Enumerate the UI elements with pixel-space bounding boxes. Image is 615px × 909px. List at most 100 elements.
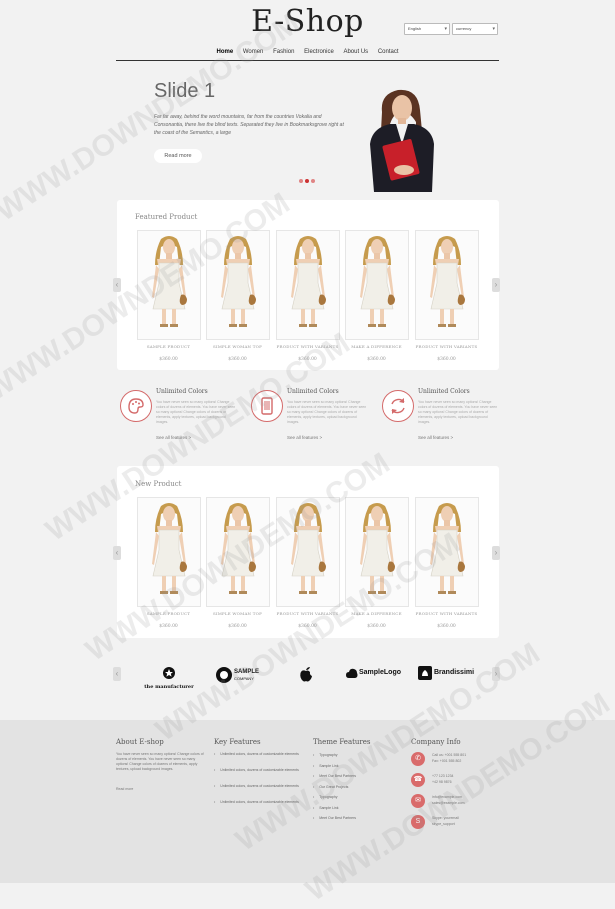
footer bbox=[0, 720, 615, 883]
theme-feature-link[interactable]: Sample Link bbox=[313, 806, 338, 810]
mobile-icon bbox=[251, 390, 283, 422]
key-feature-item: Unlimited colors, dozens of customizable… bbox=[214, 768, 302, 773]
nav-fashion[interactable]: Fashion bbox=[273, 49, 294, 55]
product-name[interactable]: PRODUCT WITH VARIANTS bbox=[414, 344, 479, 349]
product-card[interactable] bbox=[415, 497, 479, 607]
feature-text: You have never seen so many options! Cha… bbox=[156, 400, 236, 424]
product-card[interactable] bbox=[137, 497, 201, 607]
language-select-value: English bbox=[408, 26, 422, 31]
theme-feature-link[interactable]: Meet Our Best Partners bbox=[313, 774, 356, 778]
brand-sample-company[interactable]: SAMPLE COMPANY bbox=[216, 667, 260, 683]
slider-dot[interactable] bbox=[311, 179, 315, 183]
nav-divider bbox=[116, 60, 499, 61]
read-more-button[interactable]: Read more bbox=[154, 149, 202, 163]
cloud-logo-icon bbox=[346, 668, 358, 678]
feature-text: You have never seen so many options! Cha… bbox=[287, 400, 367, 424]
slide-model-image bbox=[370, 89, 434, 192]
product-card[interactable] bbox=[345, 497, 409, 607]
slider-dot[interactable] bbox=[299, 179, 303, 183]
brand-label: SampleLogo bbox=[359, 669, 402, 676]
carousel-prev-arrow[interactable]: ‹ bbox=[113, 546, 121, 560]
currency-select[interactable]: currency ▾ bbox=[452, 23, 498, 35]
company-info-line: Skype: youremail bbox=[432, 816, 459, 820]
see-all-features-link[interactable]: See all features > bbox=[287, 435, 322, 440]
product-price: $360.00 bbox=[437, 624, 456, 629]
product-image[interactable] bbox=[425, 502, 469, 596]
slider-dot-active[interactable] bbox=[305, 179, 309, 183]
footer-about-text: You have never seen so many options! Cha… bbox=[116, 752, 204, 771]
language-select[interactable]: English ▾ bbox=[404, 23, 450, 35]
phone-icon: ✆ bbox=[411, 752, 425, 766]
product-price: $360.00 bbox=[298, 624, 317, 629]
brand-the-manufacturer[interactable]: the manufacturer bbox=[143, 666, 195, 690]
product-name[interactable]: MAKE A DIFFERENCE bbox=[344, 611, 409, 616]
theme-feature-link[interactable]: Our Great Projects bbox=[313, 785, 348, 789]
product-image[interactable] bbox=[425, 235, 469, 329]
theme-feature-link[interactable]: Typography bbox=[313, 795, 337, 799]
product-image[interactable] bbox=[355, 235, 399, 329]
brands-prev-arrow[interactable]: ‹ bbox=[113, 667, 121, 681]
product-image[interactable] bbox=[216, 235, 260, 329]
product-card[interactable] bbox=[345, 230, 409, 340]
product-card[interactable] bbox=[276, 230, 340, 340]
company-info-line: skype_support bbox=[432, 822, 455, 826]
see-all-features-link[interactable]: See all features > bbox=[418, 435, 453, 440]
footer-key-features-title: Key Features bbox=[214, 738, 261, 746]
product-name[interactable]: SIMPLE WOMAN TOP bbox=[205, 611, 270, 616]
brand-label: SAMPLE bbox=[234, 669, 260, 675]
carousel-next-arrow[interactable]: › bbox=[492, 278, 500, 292]
product-card[interactable] bbox=[206, 230, 270, 340]
product-card[interactable] bbox=[206, 497, 270, 607]
brand-brandissimi[interactable]: Brandissimi bbox=[418, 666, 486, 682]
company-info-line: Call us: +001 555 801 bbox=[432, 753, 467, 757]
product-price: $360.00 bbox=[437, 357, 456, 362]
product-price: $360.00 bbox=[367, 624, 386, 629]
product-name[interactable]: SAMPLE PRODUCT bbox=[136, 344, 201, 349]
product-name[interactable]: MAKE A DIFFERENCE bbox=[344, 344, 409, 349]
slide-title: Slide 1 bbox=[154, 80, 216, 102]
nav-contact[interactable]: Contact bbox=[378, 49, 399, 55]
nav-electronice[interactable]: Electronice bbox=[304, 49, 334, 55]
product-card[interactable] bbox=[276, 497, 340, 607]
skype-icon: S bbox=[411, 815, 425, 829]
nav-women[interactable]: Women bbox=[243, 49, 264, 55]
product-image[interactable] bbox=[355, 502, 399, 596]
key-feature-item: Unlimited colors, dozens of customizable… bbox=[214, 752, 302, 757]
nav-about-us[interactable]: About Us bbox=[343, 49, 368, 55]
theme-feature-link[interactable]: Sample Link bbox=[313, 764, 338, 768]
brand-sublabel: COMPANY bbox=[234, 676, 254, 681]
see-all-features-link[interactable]: See all features > bbox=[156, 435, 191, 440]
product-name[interactable]: PRODUCT WITH VARIANTS bbox=[414, 611, 479, 616]
brands-next-arrow[interactable]: › bbox=[492, 667, 500, 681]
product-name[interactable]: SAMPLE PRODUCT bbox=[136, 611, 201, 616]
star-badge-icon bbox=[163, 667, 175, 679]
brand-label: Brandissimi bbox=[434, 669, 475, 676]
product-image[interactable] bbox=[147, 502, 191, 596]
product-price: $360.00 bbox=[228, 357, 247, 362]
product-image[interactable] bbox=[286, 502, 330, 596]
product-image[interactable] bbox=[216, 502, 260, 596]
new-product-title: New Product bbox=[135, 480, 182, 488]
brand-samplelogo[interactable]: SampleLogo bbox=[346, 667, 406, 681]
carousel-prev-arrow[interactable]: ‹ bbox=[113, 278, 121, 292]
product-card[interactable] bbox=[415, 230, 479, 340]
footer-read-more-link[interactable]: Read more bbox=[116, 787, 133, 792]
site-logo[interactable]: E-Shop bbox=[0, 4, 615, 39]
theme-feature-link[interactable]: Typography bbox=[313, 753, 337, 757]
currency-select-value: currency bbox=[456, 26, 472, 31]
product-name[interactable]: PRODUCT WITH VARIANTS bbox=[275, 344, 340, 349]
email-icon: ✉ bbox=[411, 794, 425, 808]
product-image[interactable] bbox=[147, 235, 191, 329]
carousel-next-arrow[interactable]: › bbox=[492, 546, 500, 560]
product-name[interactable]: SIMPLE WOMAN TOP bbox=[205, 344, 270, 349]
footer-theme-features-title: Theme Features bbox=[313, 738, 371, 746]
product-price: $360.00 bbox=[298, 357, 317, 362]
product-image[interactable] bbox=[286, 235, 330, 329]
apple-logo-icon[interactable] bbox=[299, 666, 313, 682]
theme-feature-link[interactable]: Meet Our Best Partners bbox=[313, 816, 356, 820]
product-name[interactable]: PRODUCT WITH VARIANTS bbox=[275, 611, 340, 616]
chevron-down-icon: ▾ bbox=[444, 26, 447, 32]
product-card[interactable] bbox=[137, 230, 201, 340]
nav-home[interactable]: Home bbox=[216, 49, 233, 55]
company-info-line: +42 98 9876 bbox=[432, 780, 452, 784]
